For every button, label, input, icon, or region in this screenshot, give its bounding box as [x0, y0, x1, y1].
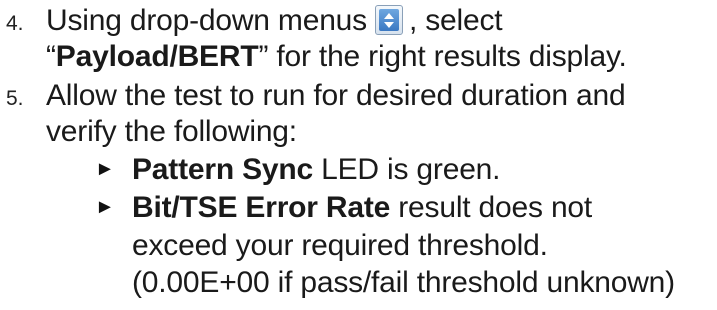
bullet-marker: ► — [95, 196, 115, 218]
step-number: 5. — [6, 87, 24, 110]
bullet-marker: ► — [95, 158, 115, 180]
step-5-line-2: verify the following: — [46, 114, 297, 150]
step-4-line-2: “Payload/BERT” for the right results dis… — [46, 39, 627, 75]
bit-tse-error-rate-label: Bit/TSE Error Rate — [132, 191, 391, 224]
bullet-error-rate-continuation: (0.00E+00 if pass/fail threshold unknown… — [132, 265, 675, 301]
close-quote: ” — [258, 40, 269, 73]
up-arrow-icon — [383, 13, 394, 19]
step-4-text-rest: for the right results display. — [268, 40, 627, 73]
dropdown-spinner-icon — [374, 5, 403, 35]
step-number: 4. — [6, 12, 24, 35]
step-5-text: verify the following: — [46, 115, 297, 148]
step-4-line-1: Using drop-down menus , select — [46, 3, 503, 39]
bullet-pattern-sync: Pattern Sync LED is green. — [132, 152, 500, 188]
step-5-text: Allow the test to run for desired durati… — [46, 79, 626, 112]
payload-bert-label: Payload/BERT — [55, 40, 259, 73]
bullet-error-rate: Bit/TSE Error Rate result does not — [132, 190, 592, 226]
bullet-text: exceed your required threshold. — [132, 229, 548, 262]
step-4-text-after-icon: , select — [408, 4, 503, 37]
open-quote: “ — [46, 40, 56, 73]
bullet-error-rate-continuation: exceed your required threshold. — [132, 228, 548, 264]
bullet-text: result does not — [390, 191, 593, 224]
bullet-text: (0.00E+00 if pass/fail threshold unknown… — [132, 266, 675, 299]
pattern-sync-label: Pattern Sync — [132, 153, 313, 186]
step-4-text: Using drop-down menus — [46, 4, 367, 37]
down-arrow-icon — [383, 22, 394, 28]
step-5-line-1: Allow the test to run for desired durati… — [46, 78, 626, 114]
bullet-text: LED is green. — [313, 153, 501, 186]
